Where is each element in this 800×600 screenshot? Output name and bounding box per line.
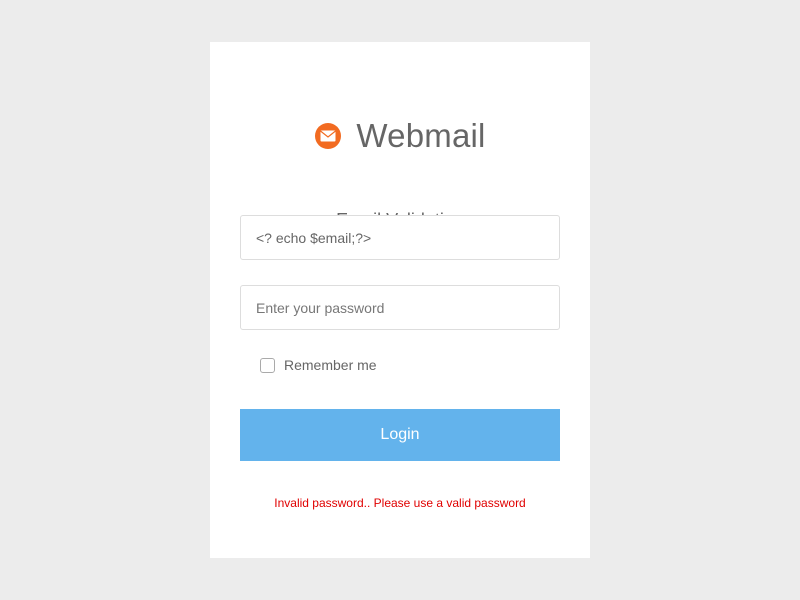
remember-me-option[interactable]: Remember me: [260, 355, 377, 375]
email-field[interactable]: [240, 215, 560, 260]
error-message: Invalid password.. Please use a valid pa…: [274, 496, 526, 510]
mail-envelope-icon: [314, 122, 342, 150]
brand-header: Webmail: [210, 116, 590, 156]
remember-me-label: Remember me: [284, 357, 377, 373]
password-field[interactable]: [240, 285, 560, 330]
login-card: Webmail Email Validation Remember me Log…: [210, 42, 590, 558]
brand-title: Webmail: [356, 117, 486, 154]
login-button[interactable]: Login: [240, 409, 560, 461]
remember-me-checkbox[interactable]: [260, 357, 275, 373]
